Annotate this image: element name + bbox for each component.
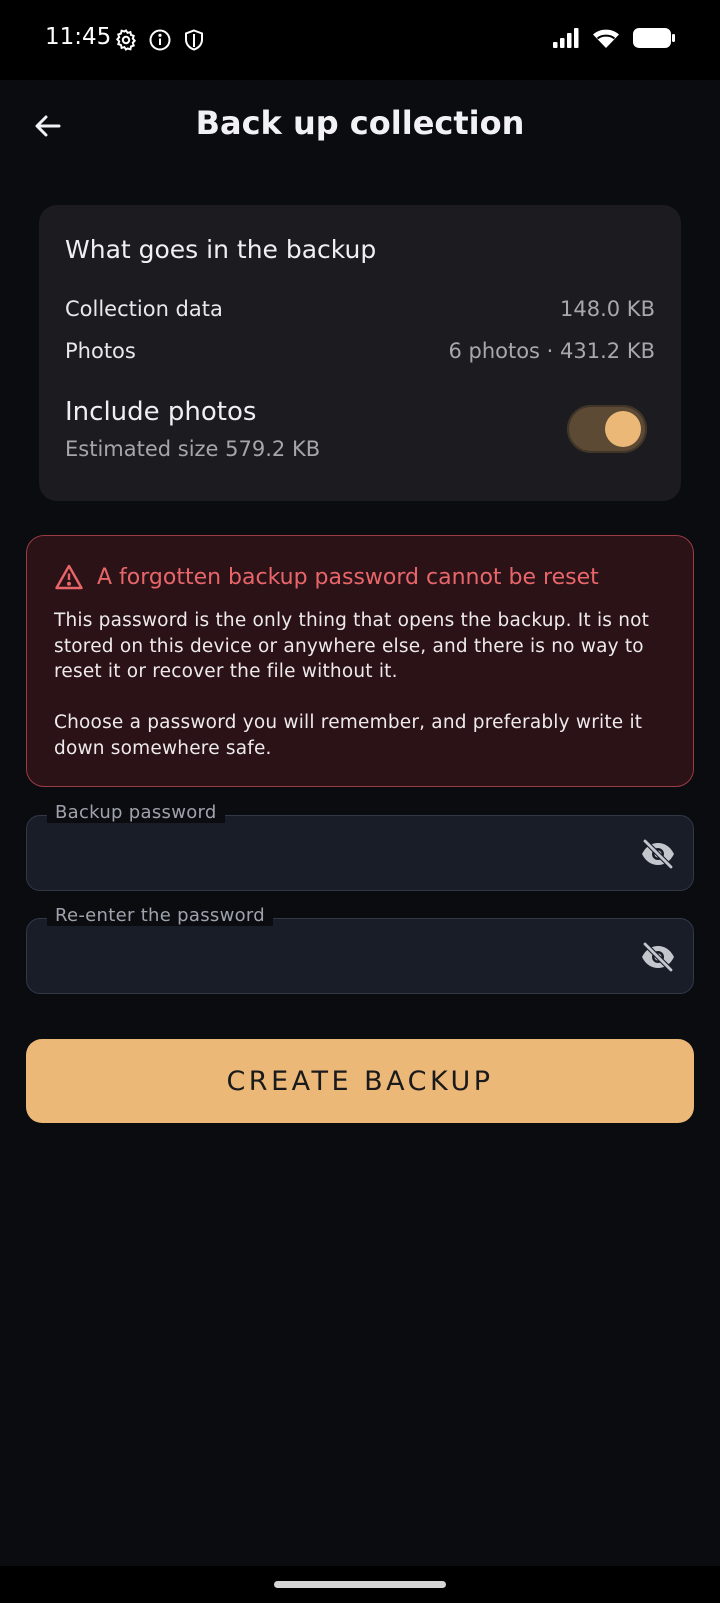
password-warning: A forgotten backup password cannot be re… <box>26 535 694 787</box>
card-heading: What goes in the backup <box>65 235 377 264</box>
row-label: Collection data <box>65 297 223 321</box>
status-bar: 11:45 <box>0 0 720 80</box>
info-icon <box>148 28 172 52</box>
field-label: Backup password <box>47 802 225 823</box>
warning-title: A forgotten backup password cannot be re… <box>97 564 599 590</box>
include-photos-toggle[interactable] <box>567 405 647 453</box>
row-value: 148.0 KB <box>560 297 655 321</box>
backup-password-input[interactable] <box>47 834 613 874</box>
collection-data-row: Collection data 148.0 KB <box>65 297 655 321</box>
backup-password-field[interactable]: Backup password <box>26 802 694 891</box>
toggle-visibility-button[interactable] <box>639 939 677 975</box>
page-title: Back up collection <box>195 104 525 142</box>
battery-icon <box>632 26 676 50</box>
confirm-password-field[interactable]: Re-enter the password <box>26 905 694 994</box>
status-icons-left <box>114 28 206 52</box>
eye-off-icon <box>640 839 676 869</box>
eye-off-icon <box>640 942 676 972</box>
gear-icon <box>114 28 138 52</box>
field-label: Re-enter the password <box>47 905 274 926</box>
warning-header: A forgotten backup password cannot be re… <box>55 564 599 590</box>
toggle-visibility-button[interactable] <box>639 836 677 872</box>
home-indicator[interactable] <box>274 1581 446 1588</box>
wifi-icon <box>592 27 620 49</box>
row-label: Photos <box>65 339 136 363</box>
create-backup-button[interactable]: CREATE BACKUP <box>26 1039 694 1123</box>
confirm-password-input[interactable] <box>47 937 613 977</box>
status-time: 11:45 <box>45 24 112 50</box>
shield-icon <box>182 28 206 52</box>
app-bar: Back up collection <box>0 80 720 172</box>
warning-paragraph: Choose a password you will remember, and… <box>54 712 643 759</box>
signal-icon <box>552 27 580 49</box>
toggle-knob <box>605 411 641 447</box>
backup-contents-card: What goes in the backup Collection data … <box>39 205 681 501</box>
include-photos-label: Include photos <box>65 397 257 427</box>
photos-row: Photos 6 photos · 431.2 KB <box>65 339 655 363</box>
status-icons-right <box>552 26 676 50</box>
row-value: 6 photos · 431.2 KB <box>448 339 655 363</box>
estimated-size: Estimated size 579.2 KB <box>65 437 321 461</box>
warning-body: This password is the only thing that ope… <box>54 608 667 761</box>
warning-paragraph: This password is the only thing that ope… <box>54 610 650 682</box>
warning-triangle-icon <box>55 564 83 590</box>
